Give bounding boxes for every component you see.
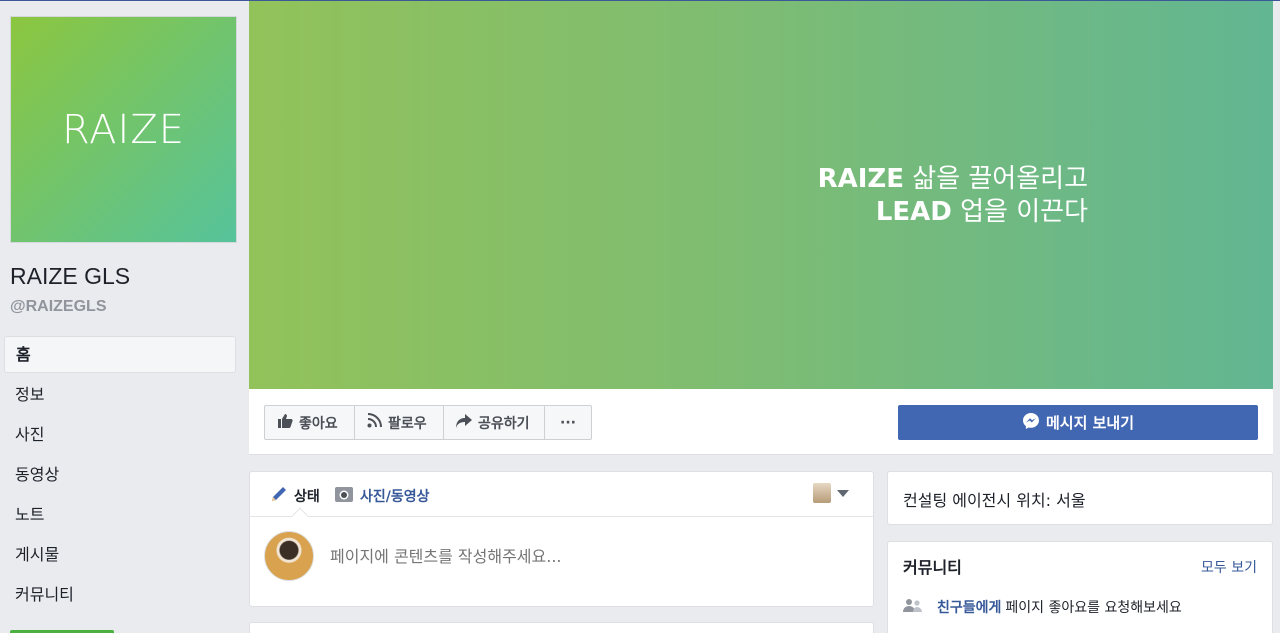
cover-slogan-bold-1: RAIZE	[817, 164, 905, 194]
tab-status[interactable]: 상태	[270, 485, 320, 507]
follow-button[interactable]: 팔로우	[354, 405, 444, 440]
tab-photo-video[interactable]: 사진/동영상	[334, 485, 430, 507]
more-options-button[interactable]: ···	[544, 405, 592, 440]
post-composer: 상태 사진/동영상	[249, 471, 874, 607]
voice-avatar	[813, 483, 831, 503]
community-card: 커뮤니티 모두 보기 친구들에게 페이지 좋아요를 요청해보세요	[887, 541, 1273, 633]
nav-item-about[interactable]: 정보	[4, 376, 236, 416]
action-button-group: 좋아요 팔로우 공유하기 ···	[264, 405, 592, 440]
send-message-label: 메시지 보내기	[1045, 414, 1135, 432]
tab-status-label: 상태	[294, 489, 320, 505]
share-label: 공유하기	[478, 415, 530, 432]
follow-label: 팔로우	[388, 415, 427, 432]
brand-logo: RAIZE	[61, 106, 185, 153]
community-title: 커뮤니티	[903, 558, 962, 577]
cover-slogan-text-1: 삶을 끌어올리고	[904, 164, 1088, 194]
left-sidebar: RAIZE RAIZE GLS @RAIZEGLS 홈 정보 사진 동영상 노트…	[0, 0, 249, 633]
nav-item-photos[interactable]: 사진	[4, 416, 236, 456]
page-title[interactable]: RAIZE GLS	[10, 263, 130, 290]
nav-item-videos[interactable]: 동영상	[4, 456, 236, 496]
more-icon: ···	[560, 414, 576, 431]
people-icon	[903, 598, 923, 616]
category-location-text: 컨설팅 에이전시 위치: 서울	[903, 491, 1086, 510]
invite-friends-link[interactable]: 친구들에게	[937, 597, 1001, 617]
profile-picture[interactable]: RAIZE	[10, 16, 237, 243]
chevron-down-icon	[837, 489, 849, 497]
like-label: 좋아요	[299, 415, 338, 432]
page-action-bar: 좋아요 팔로우 공유하기 ··· 메시지 보내기	[249, 389, 1273, 455]
cover-slogan-bold-2: LEAD	[875, 197, 952, 227]
cover-photo[interactable]: RAIZE 삶을 끌어올리고 LEAD 업을 이끈다	[249, 1, 1273, 389]
composer-tabs: 상태 사진/동영상	[250, 472, 873, 525]
nav-item-community[interactable]: 커뮤니티	[4, 576, 236, 616]
send-message-button[interactable]: 메시지 보내기	[898, 405, 1258, 440]
page-nav: 홈 정보 사진 동영상 노트 게시물 커뮤니티	[4, 336, 236, 616]
like-button[interactable]: 좋아요	[264, 405, 355, 440]
next-feed-card	[249, 622, 874, 633]
pencil-icon	[270, 485, 288, 507]
avatar	[264, 531, 314, 581]
page-handle[interactable]: @RAIZEGLS	[10, 298, 107, 316]
cover-slogan: RAIZE 삶을 끌어올리고 LEAD 업을 이끈다	[818, 163, 1088, 229]
nav-item-notes[interactable]: 노트	[4, 496, 236, 536]
composer-body	[264, 531, 810, 581]
share-button[interactable]: 공유하기	[443, 405, 545, 440]
tab-photo-label: 사진/동영상	[360, 489, 430, 505]
about-card: 컨설팅 에이전시 위치: 서울	[887, 471, 1273, 525]
post-as-selector[interactable]	[813, 483, 849, 503]
messenger-icon	[1022, 412, 1040, 434]
cover-slogan-text-2: 업을 이끈다	[951, 197, 1088, 227]
thumbs-up-icon	[277, 413, 293, 432]
nav-item-home[interactable]: 홈	[4, 336, 236, 373]
active-tab-pointer	[291, 507, 309, 525]
rss-icon	[367, 413, 382, 432]
share-arrow-icon	[456, 413, 472, 432]
nav-item-posts[interactable]: 게시물	[4, 536, 236, 576]
see-all-link[interactable]: 모두 보기	[1201, 557, 1257, 577]
camera-icon	[334, 485, 354, 507]
invite-friends-row: 친구들에게 페이지 좋아요를 요청해보세요	[903, 597, 1182, 617]
composer-input[interactable]	[330, 546, 810, 566]
invite-friends-text: 페이지 좋아요를 요청해보세요	[1005, 600, 1182, 616]
